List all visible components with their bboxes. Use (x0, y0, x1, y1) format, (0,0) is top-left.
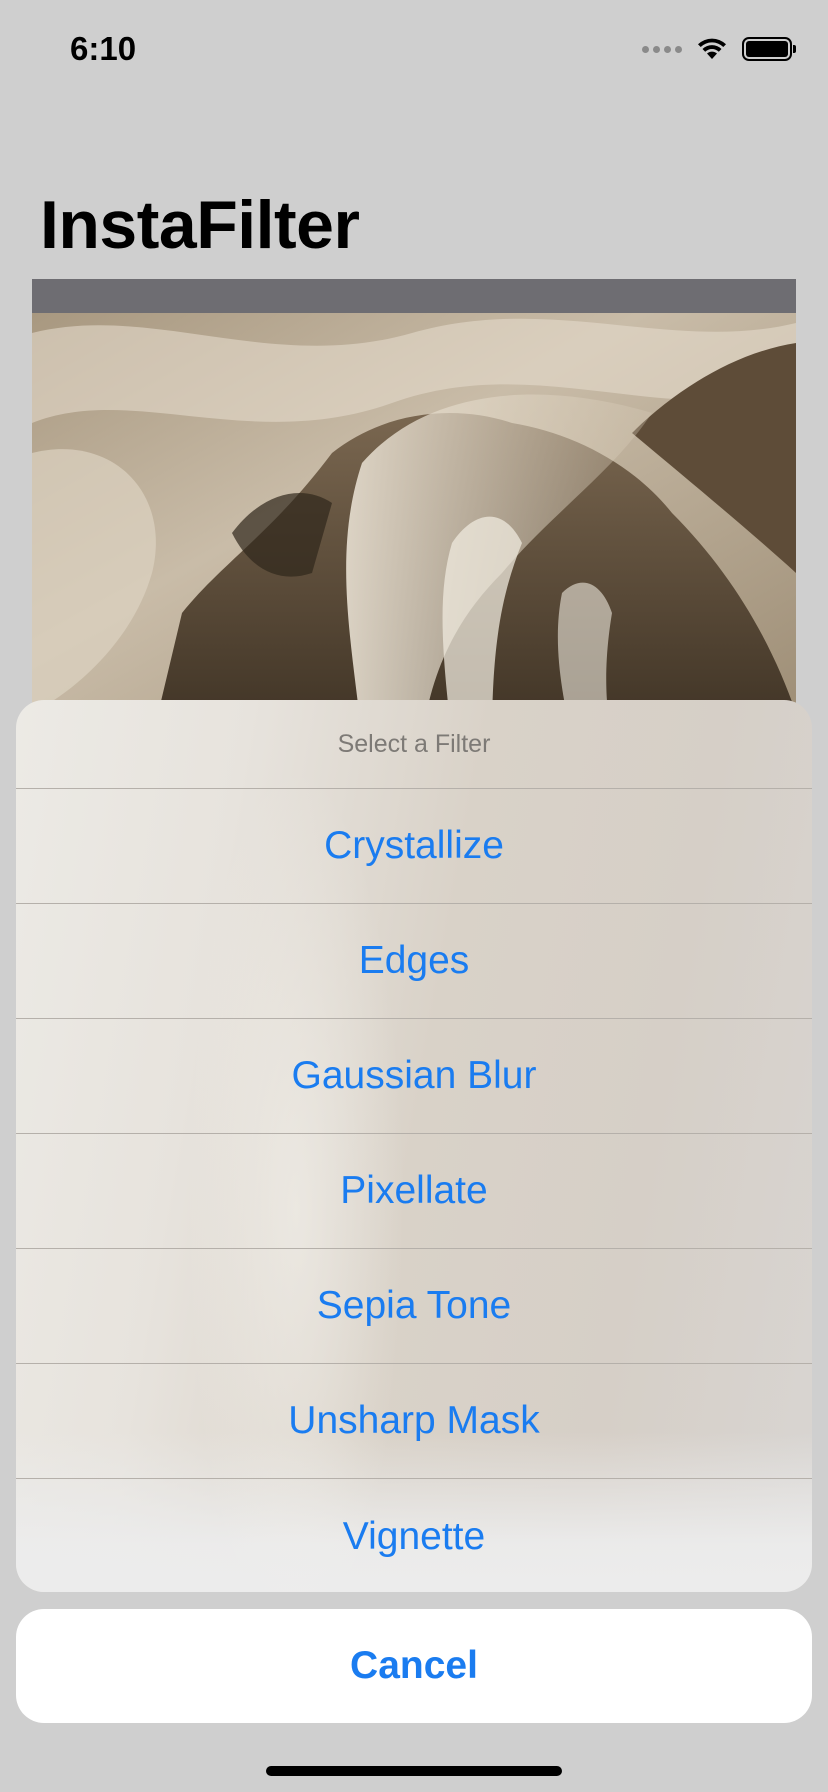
filter-option-crystallize[interactable]: Crystallize (16, 789, 812, 904)
battery-icon (742, 37, 796, 61)
cancel-button[interactable]: Cancel (16, 1609, 812, 1723)
image-frame[interactable] (32, 279, 796, 739)
screen: 6:10 InstaFilter Select a Filter Crystal… (0, 0, 828, 1792)
status-time: 6:10 (70, 30, 137, 67)
home-indicator[interactable] (266, 1766, 562, 1776)
cellular-signal-icon (642, 45, 682, 53)
filter-option-unsharp-mask[interactable]: Unsharp Mask (16, 1364, 812, 1479)
status-icons (642, 34, 796, 64)
page-title: InstaFilter (40, 187, 360, 263)
filter-option-gaussian-blur[interactable]: Gaussian Blur (16, 1019, 812, 1134)
filter-option-vignette[interactable]: Vignette (16, 1479, 812, 1592)
filter-option-sepia-tone[interactable]: Sepia Tone (16, 1249, 812, 1364)
filter-option-pixellate[interactable]: Pixellate (16, 1134, 812, 1249)
wifi-icon (698, 38, 726, 59)
action-sheet-title: Select a Filter (16, 700, 812, 789)
filter-action-sheet: Select a Filter Crystallize Edges Gaussi… (16, 700, 812, 1592)
filter-option-edges[interactable]: Edges (16, 904, 812, 1019)
sepia-waterfall-photo (32, 313, 796, 739)
